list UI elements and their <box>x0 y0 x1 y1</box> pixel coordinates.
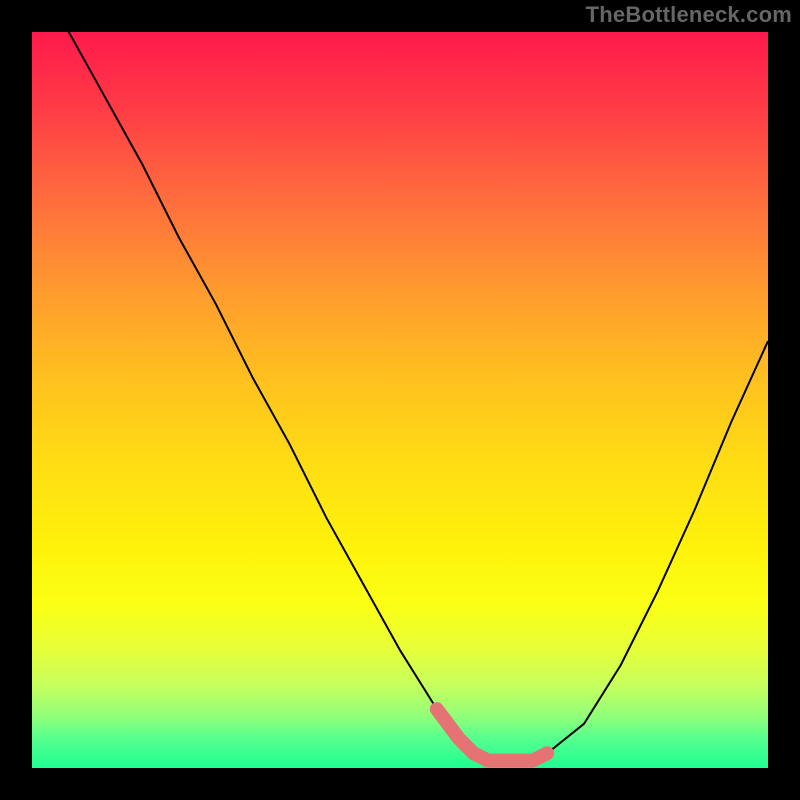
markers-svg <box>32 32 768 768</box>
optimal-range-marker <box>437 709 547 761</box>
chart-frame: TheBottleneck.com <box>0 0 800 800</box>
plot-area <box>32 32 768 768</box>
watermark-text: TheBottleneck.com <box>586 2 792 28</box>
